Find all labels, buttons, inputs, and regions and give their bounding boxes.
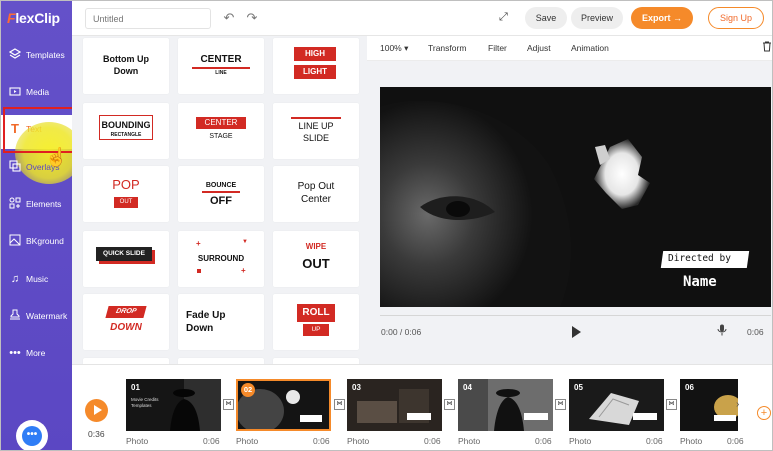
directed-by-text: Directed by (668, 253, 731, 264)
underline (202, 191, 240, 193)
clip-type: Photo (347, 436, 370, 446)
clip-type: Photo (680, 436, 703, 446)
timeline-clip[interactable]: 01 Movie Credits Templates (126, 379, 221, 431)
template-card[interactable]: LINE UP SLIDE (273, 103, 359, 159)
timeline-clip[interactable]: 05 (569, 379, 664, 431)
transition-icon[interactable]: ⋈ (223, 399, 234, 410)
clip-thumbnail (347, 379, 442, 431)
fullscreen-icon[interactable]: ⤢ (499, 11, 508, 24)
name-text: Name (683, 274, 717, 290)
overlay-icon (8, 160, 22, 174)
image-icon (8, 234, 22, 248)
template-card[interactable]: BOUNCE OFF (178, 166, 264, 222)
current-time: 0:00 / 0:06 (381, 327, 422, 337)
shapes-icon (8, 197, 22, 211)
clip-type: Photo (569, 436, 592, 446)
transition-icon[interactable]: ⋈ (444, 399, 455, 410)
play-icon[interactable] (572, 326, 581, 338)
top-bar: ↶ ↷ ⤢ Save Preview Export → Sign Up (72, 1, 772, 36)
sign-up-button[interactable]: Sign Up (708, 7, 764, 29)
template-card[interactable]: WIPE OUT (273, 231, 359, 287)
add-clip-button[interactable]: + (757, 406, 771, 420)
template-card[interactable]: CENTER STAGE (178, 103, 264, 159)
transition-icon[interactable]: ⋈ (666, 399, 677, 410)
transition-icon[interactable]: ⋈ (334, 399, 345, 410)
timeline-clip[interactable]: 06 (680, 379, 738, 431)
adjust-tab[interactable]: Adjust (527, 43, 551, 53)
plus-decoration: + (196, 239, 201, 248)
chat-button[interactable]: ••• (16, 420, 48, 450)
square-decoration (197, 269, 201, 273)
flexclip-editor: FlexClip Templates Media T Text Overlays (0, 0, 773, 451)
clip-duration: 0:06 (646, 436, 663, 446)
template-card[interactable]: + ▼ SURROUND + (178, 231, 264, 287)
edit-toolbar: 100% ▾ Transform Filter Adjust Animation (367, 36, 772, 61)
sidebar-item-music[interactable]: ♫ Music (1, 265, 72, 299)
clip-duration: 0:06 (535, 436, 552, 446)
transform-tab[interactable]: Transform (428, 43, 466, 53)
template-card[interactable]: Fade Up Down (178, 294, 264, 350)
clip-duration: 0:06 (203, 436, 220, 446)
total-time: 0:36 (88, 429, 105, 439)
undo-icon[interactable]: ↶ (222, 10, 236, 26)
logo: FlexClip (7, 10, 60, 26)
triangle-decoration: ▼ (242, 239, 248, 245)
underline (192, 67, 250, 69)
template-card[interactable]: QUICK SLIDE (83, 231, 169, 287)
chevron-right-icon[interactable]: › (736, 399, 746, 415)
sidebar-item-elements[interactable]: Elements (1, 190, 72, 224)
timeline-clip[interactable]: 04 (458, 379, 553, 431)
more-icon: ••• (9, 347, 21, 359)
template-card[interactable]: Bottom Up Down (83, 38, 169, 94)
sidebar-item-more[interactable]: ••• More (1, 339, 72, 373)
sidebar-item-bkground[interactable]: BKground (1, 227, 72, 261)
redo-icon[interactable]: ↷ (245, 10, 259, 26)
music-icon: ♫ (10, 273, 20, 285)
underline (291, 117, 341, 119)
microphone-icon[interactable] (717, 324, 727, 339)
clip-thumbnail (569, 379, 664, 431)
plus-decoration: + (241, 266, 246, 275)
progress-bar[interactable] (380, 315, 771, 316)
clip-duration: 0:06 (313, 436, 330, 446)
sidebar-item-templates[interactable]: Templates (1, 41, 72, 75)
template-card[interactable]: Pop Out Center (273, 166, 359, 222)
clip-type: Photo (126, 436, 149, 446)
filter-tab[interactable]: Filter (488, 43, 507, 53)
export-button[interactable]: Export → (631, 7, 693, 29)
sidebar-item-watermark[interactable]: Watermark (1, 302, 72, 336)
zoom-select[interactable]: 100% ▾ (380, 43, 408, 54)
chat-icon: ••• (22, 426, 42, 446)
template-card[interactable]: POP OUT (83, 166, 169, 222)
save-button[interactable]: Save (525, 7, 567, 29)
text-templates-panel: Bottom Up Down CENTER LINE HIGH LIGHT BO… (72, 36, 367, 364)
preview-button[interactable]: Preview (571, 7, 623, 29)
folder-icon (8, 85, 22, 99)
stamp-icon (8, 309, 22, 323)
layers-icon (8, 48, 22, 62)
hand-cursor-icon: ☝ (45, 147, 68, 167)
clip-duration: 0:06 (424, 436, 441, 446)
animation-tab[interactable]: Animation (571, 43, 609, 53)
clip-thumbnail (458, 379, 553, 431)
project-title-input[interactable] (85, 8, 211, 29)
clip-duration: 0:06 (727, 436, 744, 446)
timeline-clip[interactable]: 03 (347, 379, 442, 431)
video-canvas[interactable]: Directed by Name (380, 87, 771, 307)
clip-type: Photo (236, 436, 259, 446)
sidebar: FlexClip Templates Media T Text Overlays (1, 1, 83, 450)
template-card[interactable]: CENTER LINE (178, 38, 264, 94)
timeline-play-button[interactable] (85, 399, 108, 422)
timeline-clip[interactable]: 02 (236, 379, 331, 431)
trash-icon[interactable] (762, 41, 772, 55)
template-card[interactable]: ROLL UP (273, 294, 359, 350)
clip-type: Photo (458, 436, 481, 446)
duration: 0:06 (747, 327, 764, 337)
template-card[interactable]: BOUNDING RECTANGLE (83, 103, 169, 159)
transition-icon[interactable]: ⋈ (555, 399, 566, 410)
template-card[interactable]: DROP DOWN (83, 294, 169, 350)
template-card[interactable]: HIGH LIGHT (273, 38, 359, 94)
